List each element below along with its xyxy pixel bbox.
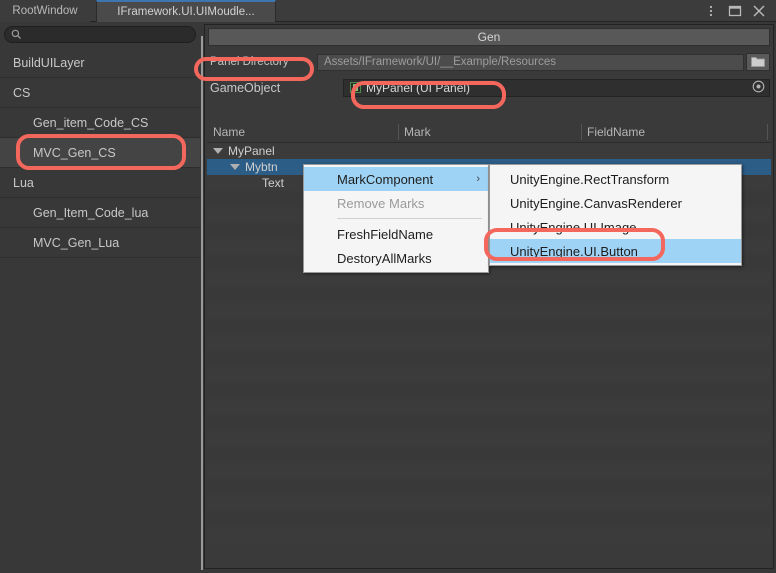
unity-editor-window: RootWindow IFramework.UI.UIMoudle... Bui…: [0, 0, 776, 573]
tree-node-label: Mybtn: [245, 160, 278, 174]
table-row-empty[interactable]: [207, 303, 771, 319]
left-sidebar: BuildUILayer CS Gen_item_Code_CS MVC_Gen_CS…: [0, 22, 200, 573]
sidebar-item-gen_item_code_cs[interactable]: Gen_item_Code_CS: [0, 108, 200, 138]
mark-component-submenu: UnityEngine.RectTransform UnityEngine.Can…: [489, 164, 742, 266]
table-row-empty[interactable]: [207, 479, 771, 495]
template-list: BuildUILayer CS Gen_item_Code_CS MVC_Gen_CS…: [0, 48, 200, 258]
table-row-empty[interactable]: [207, 399, 771, 415]
gameobject-label: GameObject: [210, 80, 281, 95]
search-field[interactable]: [4, 26, 196, 43]
search-icon: [11, 29, 22, 40]
menu-item-markcomponent[interactable]: MarkComponent ›: [304, 167, 488, 191]
object-picker-icon[interactable]: [752, 80, 765, 96]
table-row-empty[interactable]: [207, 319, 771, 335]
sidebar-item-label: Lua: [13, 175, 34, 190]
gen-button-label: Gen: [477, 30, 501, 44]
table-row-empty[interactable]: [207, 463, 771, 479]
sidebar-item-label: Gen_item_Code_CS: [33, 115, 149, 130]
table-row-empty[interactable]: [207, 511, 771, 527]
gameobject-field[interactable]: MyPanel (UI Panel): [343, 78, 770, 97]
panel-directory-row: Panel Directory Assets/IFramework/UI/__E…: [205, 50, 773, 74]
menu-item-label: FreshFieldName: [337, 226, 434, 242]
sidebar-item-cs[interactable]: CS: [0, 78, 200, 108]
table-row-empty[interactable]: [207, 495, 771, 511]
gameobject-value: MyPanel (UI Panel): [366, 80, 471, 95]
vertical-dots-icon[interactable]: [704, 4, 718, 18]
menu-separator: [337, 218, 482, 219]
submenu-item-label: UnityEngine.UI.Image: [510, 219, 637, 235]
gameobject-row: GameObject MyPanel (UI Panel): [205, 74, 773, 101]
column-divider[interactable]: [581, 124, 582, 140]
submenu-item-unityengine-ui-image[interactable]: UnityEngine.UI.Image: [490, 215, 741, 239]
sidebar-item-lua[interactable]: Lua: [0, 168, 200, 198]
sidebar-item-label: MVC_Gen_Lua: [33, 235, 120, 250]
tree-node-label: Text: [262, 176, 285, 190]
table-row-empty[interactable]: [207, 351, 771, 367]
submenu-item-label: UnityEngine.RectTransform: [510, 171, 670, 187]
tab-iframework-uimodule-label: IFramework.UI.UIMoudle...: [117, 6, 255, 18]
close-icon[interactable]: [752, 4, 766, 18]
sidebar-item-label: BuildUILayer: [13, 55, 85, 70]
table-row-empty[interactable]: [207, 383, 771, 399]
column-divider[interactable]: [398, 124, 399, 140]
menu-item-destoryallmarks[interactable]: DestoryAllMarks: [304, 246, 488, 270]
splitter-grip[interactable]: [201, 36, 203, 570]
submenu-item-label: UnityEngine.UI.Button: [510, 243, 638, 259]
tab-iframework-uimodule[interactable]: IFramework.UI.UIMoudle...: [96, 0, 276, 22]
chevron-right-icon: ›: [476, 173, 480, 185]
submenu-item-label: UnityEngine.CanvasRenderer: [510, 195, 682, 211]
context-menu: MarkComponent › Remove Marks FreshFieldName…: [303, 164, 489, 273]
table-row-empty[interactable]: [207, 431, 771, 447]
tree-node-label: MyPanel: [228, 144, 275, 158]
tree-node[interactable]: Text: [247, 175, 284, 191]
chevron-down-icon[interactable]: [230, 164, 240, 170]
window-controls: [704, 0, 772, 22]
ui-panel-icon: [350, 82, 361, 93]
sidebar-item-gen_item_code_lua[interactable]: Gen_Item_Code_lua: [0, 198, 200, 228]
sidebar-item-label: MVC_Gen_CS: [33, 145, 116, 160]
window-tab-bar: RootWindow IFramework.UI.UIMoudle...: [0, 0, 776, 22]
table-row-empty[interactable]: [207, 447, 771, 463]
search-input[interactable]: [26, 27, 186, 42]
table-row-empty[interactable]: [207, 271, 771, 287]
table-header: Name Mark FieldName: [207, 121, 771, 143]
column-header-fieldname[interactable]: FieldName: [581, 121, 645, 143]
sidebar-item-mvc_gen_lua[interactable]: MVC_Gen_Lua: [0, 228, 200, 258]
column-header-name[interactable]: Name: [207, 121, 245, 143]
menu-item-freshfieldname[interactable]: FreshFieldName: [304, 222, 488, 246]
table-row-empty[interactable]: [207, 335, 771, 351]
inspector-pane: Gen Panel Directory Assets/IFramework/UI…: [204, 24, 774, 569]
tree-node[interactable]: Mybtn: [230, 159, 278, 175]
sidebar-item-mvc_gen_cs[interactable]: MVC_Gen_CS: [0, 138, 200, 168]
sidebar-item-builduilayer[interactable]: BuildUILayer: [0, 48, 200, 78]
gen-button[interactable]: Gen: [208, 28, 770, 46]
submenu-item-unityengine-recttransform[interactable]: UnityEngine.RectTransform: [490, 167, 741, 191]
menu-item-label: MarkComponent: [337, 171, 434, 187]
chevron-down-icon[interactable]: [213, 148, 223, 154]
tab-rootwindow[interactable]: RootWindow: [0, 0, 90, 22]
tree-node[interactable]: MyPanel: [213, 143, 275, 159]
table-row-empty[interactable]: [207, 415, 771, 431]
table-row[interactable]: MyPanel: [207, 143, 771, 159]
menu-item-label: Remove Marks: [337, 195, 425, 211]
column-header-mark[interactable]: Mark: [398, 121, 431, 143]
panel-directory-value: Assets/IFramework/UI/__Example/Resources: [324, 56, 556, 68]
table-row-empty[interactable]: [207, 527, 771, 543]
folder-icon[interactable]: [746, 53, 770, 71]
table-row-empty[interactable]: [207, 367, 771, 383]
menu-item-remove-marks: Remove Marks: [304, 191, 488, 215]
table-row-empty[interactable]: [207, 287, 771, 303]
panel-directory-field[interactable]: Assets/IFramework/UI/__Example/Resources: [317, 53, 744, 71]
sidebar-item-label: CS: [13, 85, 31, 100]
tab-rootwindow-label: RootWindow: [12, 5, 78, 17]
maximize-icon[interactable]: [728, 4, 742, 18]
column-divider[interactable]: [767, 124, 768, 140]
panel-directory-label: Panel Directory: [210, 56, 289, 68]
submenu-item-unityengine-canvasrenderer[interactable]: UnityEngine.CanvasRenderer: [490, 191, 741, 215]
sidebar-item-label: Gen_Item_Code_lua: [33, 205, 149, 220]
submenu-item-unityengine-ui-button[interactable]: UnityEngine.UI.Button: [490, 239, 741, 263]
menu-item-label: DestoryAllMarks: [337, 250, 432, 266]
